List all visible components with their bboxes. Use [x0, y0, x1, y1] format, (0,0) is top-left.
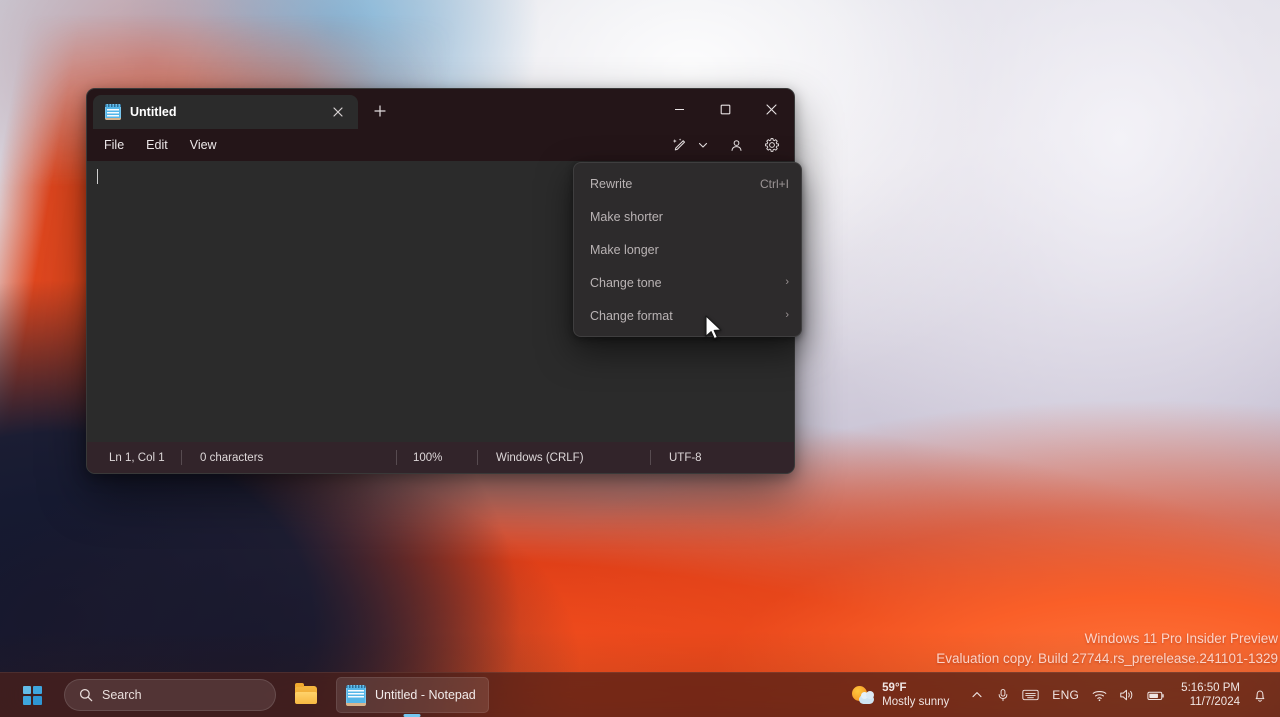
rewrite-pen-icon [672, 137, 685, 150]
minimize-button[interactable] [656, 89, 702, 129]
weather-condition: Mostly sunny [882, 696, 950, 708]
notepad-icon [346, 684, 366, 706]
start-button[interactable] [12, 677, 52, 713]
volume-button[interactable] [1113, 679, 1141, 711]
menu-item-label: Rewrite [590, 176, 633, 191]
menu-item-make-shorter[interactable]: Make shorter [574, 200, 801, 233]
person-glyph [730, 139, 742, 151]
tab-title: Untitled [130, 105, 177, 119]
microphone-button[interactable] [990, 679, 1016, 711]
menu-item-shortcut: Ctrl+I [759, 176, 789, 191]
menu-item-label: Change format [590, 308, 673, 323]
taskbar-system-tray: 59°F Mostly sunny ENG 5:16:50 PM 11/7/20… [843, 677, 1280, 713]
notifications-button[interactable] [1248, 679, 1272, 711]
bell-icon [1255, 690, 1265, 702]
close-icon [765, 103, 777, 115]
tray-overflow-button[interactable] [964, 679, 990, 711]
copilot-rewrite-icon[interactable] [666, 132, 692, 158]
taskbar-file-explorer[interactable] [286, 677, 326, 713]
maximize-button[interactable] [702, 89, 748, 129]
status-encoding[interactable]: UTF-8 [651, 442, 702, 473]
clock-button[interactable]: 5:16:50 PM 11/7/2024 [1171, 677, 1248, 713]
microphone-icon [998, 689, 1008, 702]
touch-keyboard-button[interactable] [1016, 679, 1045, 711]
menu-item-change-format[interactable]: Change format › [574, 299, 801, 332]
notepad-icon [105, 104, 121, 120]
chevron-right-icon: › [785, 276, 789, 288]
wifi-icon [1092, 690, 1107, 701]
chevron-up-icon [972, 692, 982, 698]
battery-icon [1147, 691, 1164, 700]
chevron-right-icon: › [785, 309, 789, 321]
folder-icon [295, 683, 317, 704]
taskbar-notepad-button[interactable]: Untitled - Notepad [336, 677, 489, 713]
menu-item-make-longer[interactable]: Make longer [574, 233, 801, 266]
weather-temperature: 59°F [882, 682, 907, 694]
close-window-button[interactable] [748, 89, 794, 129]
new-tab-button[interactable] [364, 95, 396, 127]
activation-watermark: Windows 11 Pro Insider Preview Evaluatio… [936, 629, 1278, 669]
sun-cloud-icon [852, 685, 875, 705]
menu-view[interactable]: View [179, 132, 228, 158]
ai-rewrite-menu[interactable]: Rewrite Ctrl+I Make shorter Make longer … [573, 162, 802, 337]
gear-icon[interactable] [758, 132, 786, 158]
menu-item-change-tone[interactable]: Change tone › [574, 266, 801, 299]
watermark-line-1: Windows 11 Pro Insider Preview [1084, 631, 1278, 646]
status-zoom[interactable]: 100% [397, 442, 477, 473]
network-button[interactable] [1086, 679, 1113, 711]
menu-item-rewrite[interactable]: Rewrite Ctrl+I [574, 167, 801, 200]
account-icon[interactable] [722, 132, 750, 158]
windows-logo-icon [22, 685, 42, 705]
menu-item-label: Make shorter [590, 209, 663, 224]
speaker-icon [1120, 689, 1133, 701]
status-characters[interactable]: 0 characters [182, 442, 396, 473]
menu-item-label: Change tone [590, 275, 662, 290]
search-icon [79, 688, 93, 702]
notepad-titlebar[interactable]: Untitled [87, 89, 794, 129]
clock-time: 5:16:50 PM [1181, 682, 1240, 694]
menu-file[interactable]: File [93, 132, 135, 158]
search-input[interactable]: Search [64, 679, 276, 711]
taskbar-app-label: Untitled - Notepad [375, 688, 476, 702]
tab-untitled[interactable]: Untitled [93, 95, 358, 129]
desktop[interactable]: Windows 11 Pro Insider Preview Evaluatio… [0, 0, 1280, 717]
window-controls [656, 89, 794, 129]
clock-date: 11/7/2024 [1189, 696, 1240, 708]
weather-widget[interactable]: 59°F Mostly sunny [843, 677, 958, 713]
status-line-ending[interactable]: Windows (CRLF) [478, 442, 650, 473]
maximize-icon [720, 104, 730, 114]
search-placeholder: Search [102, 688, 142, 702]
keyboard-icon [1022, 689, 1039, 701]
chevron-down-icon[interactable] [694, 132, 712, 158]
taskbar[interactable]: Search Untitled - Notepad 59°F Mostly su… [0, 672, 1280, 717]
menubar-right-tools [666, 129, 786, 161]
language-indicator[interactable]: ENG [1045, 679, 1086, 711]
menu-item-label: Make longer [590, 242, 659, 257]
tab-strip: Untitled [87, 89, 656, 129]
close-icon [333, 107, 343, 117]
status-position[interactable]: Ln 1, Col 1 [87, 442, 181, 473]
minimize-icon [674, 108, 684, 110]
settings-glyph [765, 137, 779, 152]
text-caret [97, 169, 98, 184]
taskbar-left-cluster: Search Untitled - Notepad [0, 677, 489, 713]
chevron-down-glyph [698, 142, 708, 148]
weather-text: 59°F Mostly sunny [882, 681, 949, 709]
watermark-line-2: Evaluation copy. Build 27744.rs_prerelea… [936, 651, 1278, 666]
notepad-statusbar: Ln 1, Col 1 0 characters 100% Windows (C… [87, 442, 794, 473]
battery-button[interactable] [1141, 679, 1171, 711]
menu-edit[interactable]: Edit [135, 132, 179, 158]
plus-icon [374, 105, 386, 117]
close-tab-button[interactable] [326, 100, 350, 124]
notepad-menubar: File Edit View [87, 129, 794, 161]
